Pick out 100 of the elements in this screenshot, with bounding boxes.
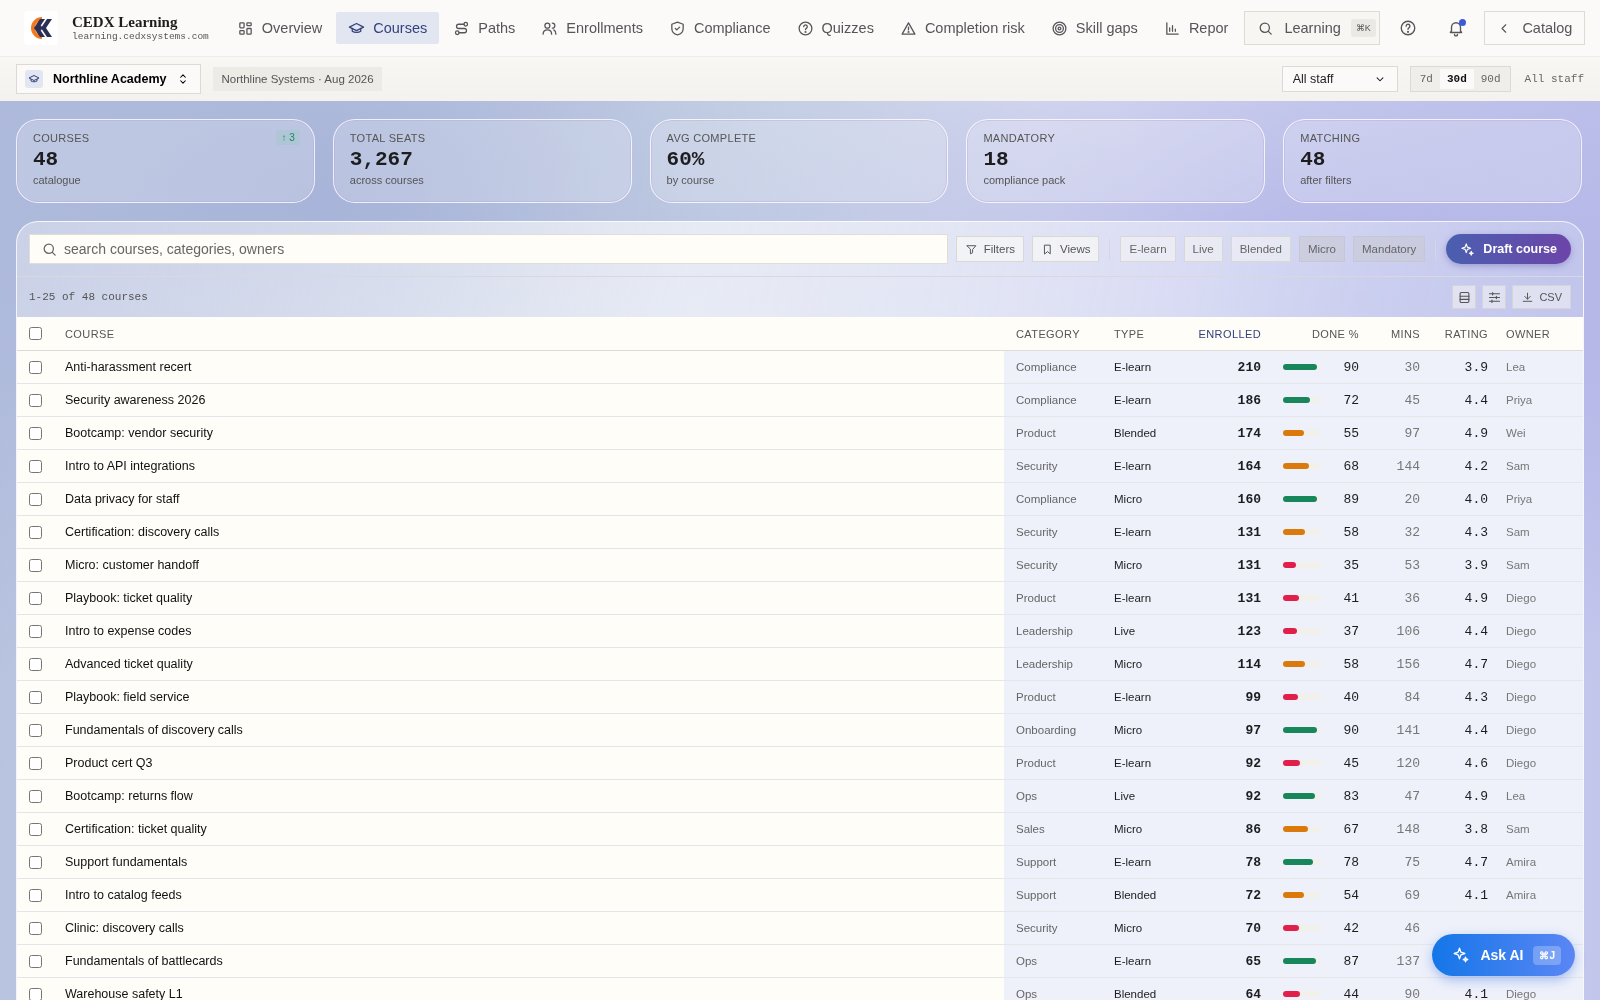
table-cell-text: 4.9 [1463,788,1489,804]
row-checkbox[interactable] [29,888,42,902]
row-checkbox[interactable] [29,657,42,671]
course-title[interactable]: Certification: ticket quality [65,822,1004,836]
course-title[interactable]: Certification: discovery calls [65,525,1004,539]
row-checkbox[interactable] [29,789,42,803]
scope-label: All staff [1524,73,1584,85]
columns-button[interactable] [1482,285,1507,309]
funnel-icon [964,242,978,256]
course-title[interactable]: Intro to catalog feeds [65,888,1004,902]
column-header[interactable]: ENROLLED [1184,327,1269,340]
course-title[interactable]: Intro to expense codes [65,624,1004,638]
table-cell: 90 [1343,722,1359,738]
row-checkbox[interactable] [29,690,42,704]
table-cell-text: 70 [1244,920,1262,936]
row-checkbox[interactable] [29,525,42,539]
table-cell-text: 144 [1395,458,1421,474]
ask-ai-button[interactable]: Ask AI ⌘J [1432,934,1575,976]
nav-tab[interactable]: Overview [224,12,335,44]
nav-tab[interactable]: Quizzes [784,12,886,44]
filter-chip[interactable]: Micro [1298,236,1345,262]
column-header[interactable]: MINS [1369,327,1424,340]
stat-caption: compliance pack [983,174,1066,186]
column-header[interactable]: COURSE [65,327,1004,340]
course-title[interactable]: Fundamentals of battlecards [65,954,1004,968]
table-cell-text: Sam [1505,526,1531,538]
course-title[interactable]: Product cert Q3 [65,756,1004,770]
course-title[interactable]: Intro to API integrations [65,459,1004,473]
global-search[interactable]: Learning ⌘K [1244,11,1381,45]
course-title[interactable]: Anti-harassment recert [65,360,1004,374]
density-button[interactable] [1452,285,1477,309]
course-title[interactable]: Playbook: field service [65,690,1004,704]
csv-button[interactable]: CSV [1512,285,1571,309]
stat-caption: across courses [349,174,424,186]
table-cell-text: Micro [1113,724,1144,736]
range-tab[interactable]: 7d [1412,69,1440,89]
table-cell-text: E-learn [1113,394,1153,406]
course-title[interactable]: Warehouse safety L1 [65,987,1004,1000]
nav-tab[interactable]: Skill gaps [1038,12,1150,44]
filter-chip[interactable]: Blended [1230,236,1291,262]
filters-button[interactable]: Filters [955,236,1024,262]
row-checkbox[interactable] [29,426,42,440]
views-button[interactable]: Views [1032,236,1100,262]
table-cell-text: Leadership [1015,658,1074,670]
course-title[interactable]: Bootcamp: returns flow [65,789,1004,803]
table-cell-text: 65 [1244,953,1262,969]
course-title[interactable]: Clinic: discovery calls [65,921,1004,935]
nav-tab[interactable]: Paths [441,12,528,44]
academy-selector[interactable]: Northline Academy [16,64,202,94]
search-field[interactable]: search courses, categories, owners [29,234,948,264]
filter-chip[interactable]: Mandatory [1353,236,1426,262]
table-cell-text: 36 [1403,590,1421,606]
row-checkbox[interactable] [29,558,42,572]
range-tab[interactable]: 90d [1473,69,1508,89]
column-header[interactable]: TYPE [1104,327,1184,340]
table-cell: 44 [1343,986,1359,1000]
course-title[interactable]: Security awareness 2026 [65,393,1004,407]
row-checkbox[interactable] [29,987,42,1000]
nav-tab[interactable]: Repor [1151,12,1241,44]
column-header[interactable]: RATING [1424,327,1494,340]
course-title[interactable]: Fundamentals of discovery calls [65,723,1004,737]
nav-tab[interactable]: Completion risk [887,12,1037,44]
row-checkbox[interactable] [29,723,42,737]
catalog-button[interactable]: Catalog [1484,11,1586,45]
nav-tab[interactable]: Compliance [656,12,783,44]
draft-course-button[interactable]: Draft course [1446,234,1571,264]
course-title[interactable]: Advanced ticket quality [65,657,1004,671]
table-cell: 45 [1343,755,1359,771]
staff-select[interactable]: All staff [1281,66,1398,92]
table-cell-text: 72 [1244,887,1262,903]
row-checkbox[interactable] [29,360,42,374]
row-checkbox[interactable] [29,492,42,506]
course-title[interactable]: Playbook: ticket quality [65,591,1004,605]
filter-chip[interactable]: E-learn [1120,236,1176,262]
column-header[interactable]: CATEGORY [1004,327,1104,340]
course-title[interactable]: Support fundamentals [65,855,1004,869]
nav-tab[interactable]: Enrollments [529,12,655,44]
table-cell-text: Sales [1015,823,1046,835]
select-all-checkbox[interactable] [29,327,42,340]
logo-icon[interactable] [24,11,58,45]
table-cell-text: Diego [1505,592,1538,604]
row-checkbox[interactable] [29,855,42,869]
course-title[interactable]: Micro: customer handoff [65,558,1004,572]
table-cell-text: 4.1 [1463,887,1489,903]
row-checkbox[interactable] [29,756,42,770]
nav-tab[interactable]: Courses [336,12,440,44]
table-cell-text: Diego [1505,988,1538,1000]
course-title[interactable]: Data privacy for staff [65,492,1004,506]
column-header[interactable]: DONE % [1269,327,1369,340]
row-checkbox[interactable] [29,954,42,968]
row-checkbox[interactable] [29,624,42,638]
filter-chip[interactable]: Live [1183,236,1223,262]
row-checkbox[interactable] [29,822,42,836]
column-header[interactable]: OWNER [1494,327,1582,340]
course-title[interactable]: Bootcamp: vendor security [65,426,1004,440]
row-checkbox[interactable] [29,459,42,473]
row-checkbox[interactable] [29,393,42,407]
range-tab[interactable]: 30d [1439,69,1474,89]
row-checkbox[interactable] [29,921,42,935]
row-checkbox[interactable] [29,591,42,605]
